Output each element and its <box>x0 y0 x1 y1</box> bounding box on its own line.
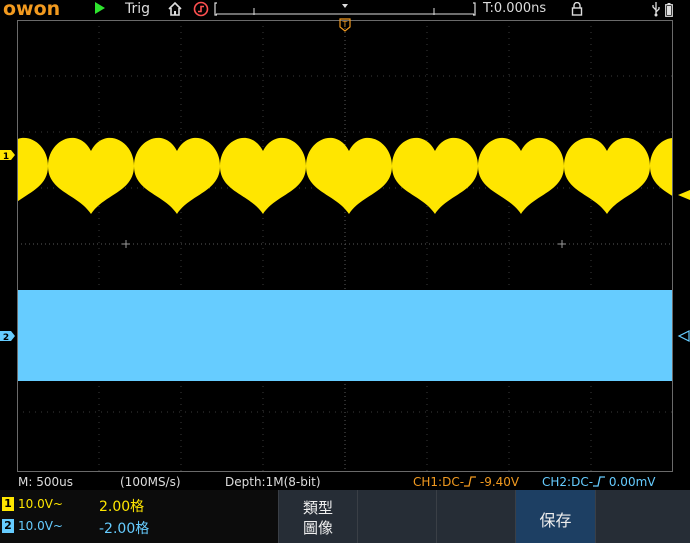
ch1-position: 2.00格 <box>99 499 145 515</box>
menu-button-2[interactable] <box>357 490 436 543</box>
ch1-trigger-readout: CH1:DC- -9.40V <box>413 475 520 489</box>
memory-depth-readout: Depth:1M(8-bit) <box>225 475 321 489</box>
ch2-volts-per-div: 10.0V~ <box>18 519 63 533</box>
menu-button-type[interactable]: 類型 圖像 <box>278 490 357 543</box>
menu-button-3[interactable] <box>436 490 515 543</box>
waveform-display[interactable]: T 1 2 <box>0 0 690 473</box>
trigger-marker-label: T <box>342 20 348 29</box>
rising-edge-icon <box>593 476 606 487</box>
ch1-info-row[interactable]: 1 10.0V~ 2.00格 <box>2 496 278 515</box>
ch1-trigger-level-marker <box>678 190 690 200</box>
ch2-trigger-readout: CH2:DC- 0.00mV <box>542 475 656 489</box>
menu-button-save[interactable]: 保存 <box>515 490 595 543</box>
rising-edge-icon <box>464 476 477 487</box>
svg-text:2: 2 <box>3 333 9 343</box>
ch2-waveform <box>18 290 672 381</box>
ch2-info-row[interactable]: 2 10.0V~ -2.00格 <box>2 518 278 537</box>
ch2-position: -2.00格 <box>99 521 150 537</box>
channel-info-panel: 1 10.0V~ 2.00格 2 10.0V~ -2.00格 <box>0 490 278 543</box>
ch2-offset-marker: 2 <box>0 331 15 343</box>
svg-text:1: 1 <box>3 152 9 162</box>
timebase-readout: M: 500us <box>18 475 73 489</box>
acquisition-status-line: M: 500us (100MS/s) Depth:1M(8-bit) CH1:D… <box>0 473 690 490</box>
ch1-volts-per-div: 10.0V~ <box>18 497 63 511</box>
sample-rate-readout: (100MS/s) <box>120 475 181 489</box>
bottom-panel: 1 10.0V~ 2.00格 2 10.0V~ -2.00格 類型 圖像 保存 <box>0 490 690 543</box>
ch1-offset-marker: 1 <box>0 150 15 162</box>
ch2-trigger-level-marker <box>677 330 690 342</box>
menu-button-5[interactable] <box>595 490 690 543</box>
ch1-badge: 1 <box>2 497 14 511</box>
ch2-badge: 2 <box>2 519 14 533</box>
